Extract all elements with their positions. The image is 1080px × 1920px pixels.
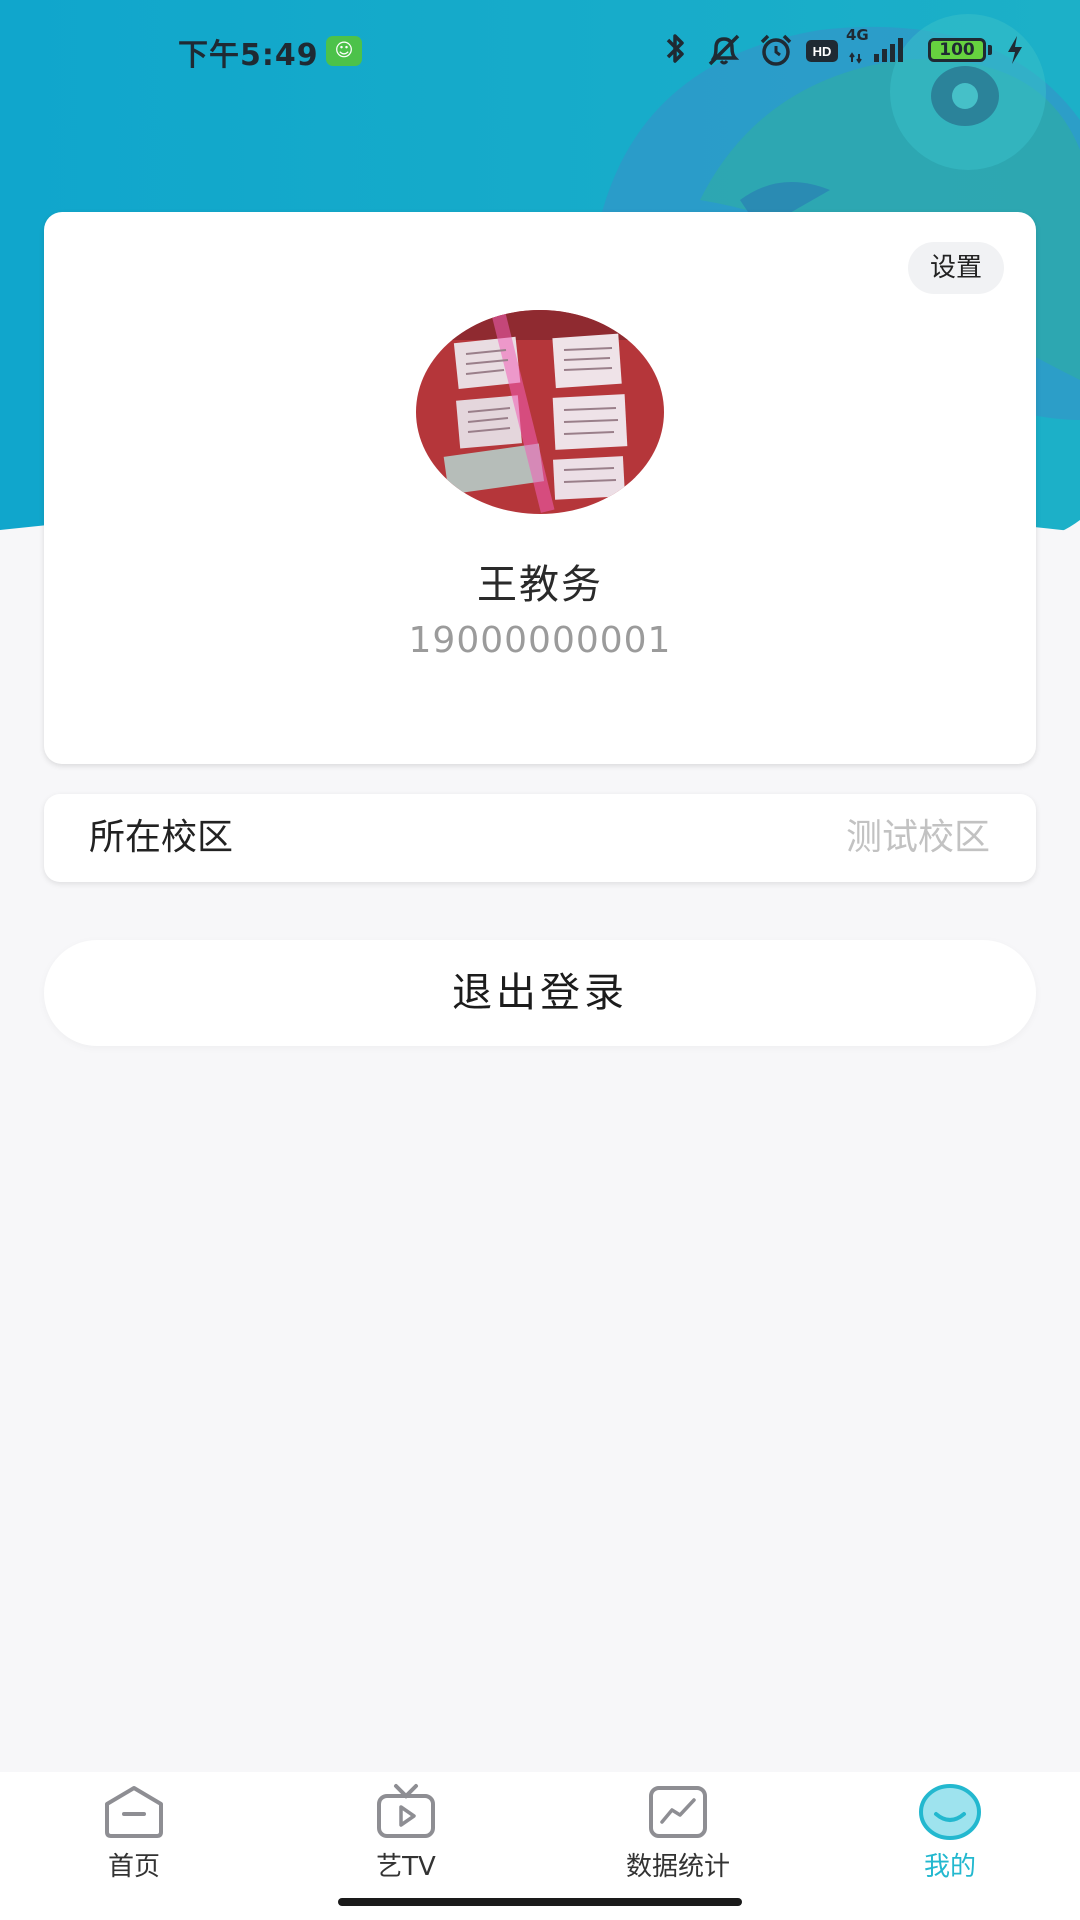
- tab-profile-label: 我的: [923, 1852, 976, 1882]
- user-name: 王教务: [477, 562, 603, 608]
- hd-icon: HD: [806, 40, 838, 62]
- tab-home[interactable]: 首页: [24, 1772, 244, 1902]
- profile-page: 下午5:49 ☺ HD 4G 100 设置 王教务 19000000001 所在…: [0, 0, 1080, 1920]
- bluetooth-icon: [666, 34, 684, 63]
- user-phone: 19000000001: [408, 620, 672, 661]
- avatar[interactable]: [416, 310, 664, 514]
- campus-label: 所在校区: [89, 817, 234, 858]
- profile-card: 设置 王教务 19000000001: [44, 212, 1036, 764]
- settings-button[interactable]: 设置: [907, 242, 1004, 294]
- battery-icon: 100: [928, 38, 986, 62]
- campus-row[interactable]: 所在校区 测试校区: [44, 794, 1036, 882]
- tab-stats[interactable]: 数据统计: [568, 1772, 788, 1902]
- profile-icon: [919, 1784, 981, 1840]
- home-indicator[interactable]: [338, 1898, 742, 1906]
- tab-stats-label: 数据统计: [625, 1852, 730, 1882]
- tv-icon: [377, 1784, 435, 1838]
- battery-tip: [988, 45, 992, 55]
- status-bar: 下午5:49 ☺ HD 4G 100: [0, 0, 1080, 100]
- tab-tv-label: 艺TV: [376, 1852, 436, 1882]
- campus-value: 测试校区: [845, 817, 990, 858]
- status-time: 下午5:49: [178, 38, 319, 73]
- logout-button[interactable]: 退出登录: [44, 940, 1036, 1046]
- mute-bell-icon: [708, 34, 740, 66]
- tab-home-label: 首页: [107, 1852, 160, 1882]
- tab-tv[interactable]: 艺TV: [296, 1772, 516, 1902]
- alarm-icon: [760, 34, 792, 66]
- home-icon: [105, 1786, 163, 1838]
- stats-icon: [649, 1786, 707, 1838]
- app-notification-icon: ☺: [326, 36, 362, 66]
- tab-profile[interactable]: 我的: [840, 1772, 1060, 1902]
- signal-icon: [849, 38, 903, 64]
- svg-text:HD: HD: [813, 44, 832, 59]
- charging-icon: [1008, 36, 1022, 64]
